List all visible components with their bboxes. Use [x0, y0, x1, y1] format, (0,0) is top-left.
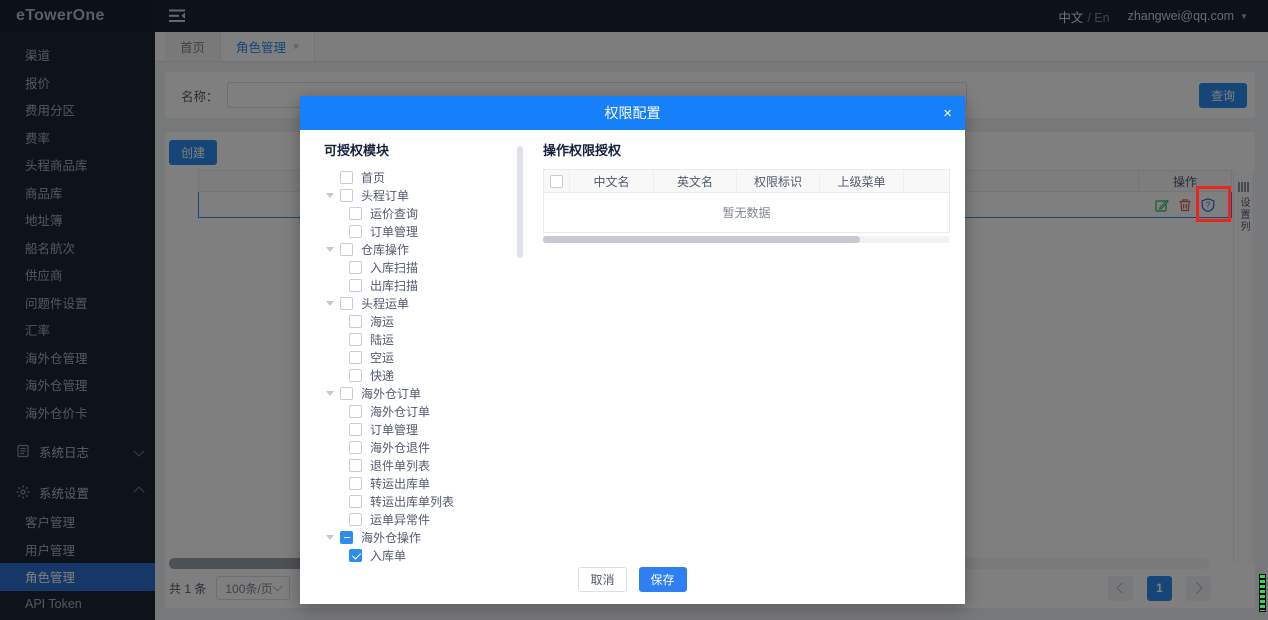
- tree-checkbox[interactable]: [349, 495, 362, 508]
- tree-node[interactable]: 空运: [324, 348, 543, 366]
- tree-node-label: 出库扫描: [370, 277, 418, 294]
- tree-node-label: 海运: [370, 313, 394, 330]
- expander-arrow-icon[interactable]: [326, 247, 334, 252]
- tree-node-label: 入库单: [370, 547, 406, 564]
- tree-checkbox[interactable]: [349, 549, 362, 562]
- tree-node-label: 运价查询: [370, 205, 418, 222]
- tree-node[interactable]: 退件单列表: [324, 456, 543, 474]
- expander-arrow-icon[interactable]: [326, 193, 334, 198]
- grid-header-row: 中文名 英文名 权限标识 上级菜单: [543, 169, 950, 193]
- tree-checkbox[interactable]: [340, 531, 353, 544]
- tree-checkbox[interactable]: [349, 369, 362, 382]
- tree-node-label: 海外仓操作: [361, 529, 421, 546]
- expander-arrow-icon[interactable]: [326, 535, 334, 540]
- grid-header-parent-menu: 上级菜单: [820, 170, 904, 192]
- tree-node-label: 头程订单: [361, 187, 409, 204]
- tree-checkbox[interactable]: [349, 261, 362, 274]
- grid-header-perm-id: 权限标识: [737, 170, 820, 192]
- tree-checkbox[interactable]: [340, 171, 353, 184]
- tree-node[interactable]: 运价查询: [324, 204, 543, 222]
- tree-node-label: 转运出库单列表: [370, 493, 454, 510]
- tree-node-label: 转运出库单: [370, 475, 430, 492]
- grid-hscrollbar[interactable]: [543, 236, 950, 243]
- tree-node[interactable]: 订单管理: [324, 420, 543, 438]
- tree-node-label: 订单管理: [370, 421, 418, 438]
- tree-scrollbar-thumb[interactable]: [517, 146, 523, 258]
- tree-node[interactable]: 头程订单: [324, 186, 543, 204]
- module-tree-panel: 可授权模块 首页 头程订单 运价查询: [300, 130, 543, 604]
- grid-header-extra: [904, 170, 949, 192]
- tree-node-label: 海外仓退件: [370, 439, 430, 456]
- tree-node[interactable]: 订单管理: [324, 222, 543, 240]
- tree-checkbox[interactable]: [349, 351, 362, 364]
- tree-node[interactable]: 首页: [324, 168, 543, 186]
- grid-hscroll-thumb[interactable]: [543, 236, 860, 243]
- tree-node-label: 仓库操作: [361, 241, 409, 258]
- tree-panel-title: 可授权模块: [324, 140, 543, 159]
- tree-checkbox[interactable]: [349, 441, 362, 454]
- select-all-checkbox[interactable]: [550, 175, 563, 188]
- module-tree: 首页 头程订单 运价查询 订单管理: [324, 168, 543, 564]
- tree-checkbox[interactable]: [349, 405, 362, 418]
- tree-checkbox[interactable]: [349, 225, 362, 238]
- tree-checkbox[interactable]: [349, 333, 362, 346]
- tree-node[interactable]: 海外仓订单: [324, 384, 543, 402]
- tree-node[interactable]: 陆运: [324, 330, 543, 348]
- modal-header: 权限配置 ×: [300, 96, 965, 130]
- tree-node[interactable]: 海外仓退件: [324, 438, 543, 456]
- tree-node-label: 海外仓订单: [361, 385, 421, 402]
- tree-node-label: 运单异常件: [370, 511, 430, 528]
- permission-modal: 权限配置 × 可授权模块 首页 头程订单: [300, 96, 965, 604]
- permission-grid: 中文名 英文名 权限标识 上级菜单 暂无数据: [543, 169, 950, 243]
- annotation-highlight-box: [1196, 186, 1231, 222]
- tree-node[interactable]: 海运: [324, 312, 543, 330]
- tree-checkbox[interactable]: [340, 243, 353, 256]
- grid-header-cn-name: 中文名: [570, 170, 654, 192]
- tree-node-label: 快递: [370, 367, 394, 384]
- tree-node[interactable]: 海外仓订单: [324, 402, 543, 420]
- tree-checkbox[interactable]: [349, 279, 362, 292]
- tree-node[interactable]: 仓库操作: [324, 240, 543, 258]
- scroll-indicator-artifact: [1259, 574, 1266, 612]
- tree-checkbox[interactable]: [340, 387, 353, 400]
- tree-node[interactable]: 转运出库单列表: [324, 492, 543, 510]
- tree-node[interactable]: 快递: [324, 366, 543, 384]
- tree-node[interactable]: 出库扫描: [324, 276, 543, 294]
- modal-title: 权限配置: [605, 103, 661, 123]
- permission-grid-panel: 操作权限授权 中文名 英文名 权限标识 上级菜单 暂无数据: [543, 130, 965, 604]
- select-all-cell: [544, 170, 570, 192]
- tree-node-label: 头程运单: [361, 295, 409, 312]
- tree-checkbox[interactable]: [340, 189, 353, 202]
- tree-node-label: 入库扫描: [370, 259, 418, 276]
- modal-footer: 取消 保存: [300, 567, 965, 592]
- tree-checkbox[interactable]: [349, 423, 362, 436]
- tree-checkbox[interactable]: [349, 513, 362, 526]
- tree-node[interactable]: 运单异常件: [324, 510, 543, 528]
- tree-checkbox[interactable]: [349, 315, 362, 328]
- tree-checkbox[interactable]: [349, 459, 362, 472]
- tree-checkbox[interactable]: [349, 207, 362, 220]
- expander-arrow-icon[interactable]: [326, 301, 334, 306]
- tree-node-label: 退件单列表: [370, 457, 430, 474]
- tree-checkbox[interactable]: [349, 477, 362, 490]
- tree-node-label: 陆运: [370, 331, 394, 348]
- save-button[interactable]: 保存: [639, 567, 687, 592]
- close-icon[interactable]: ×: [943, 96, 952, 130]
- app-root: eTowerOne 渠道 报价 费用分区 费率 头程商品库 商品库 地址簿 船名…: [0, 0, 1268, 620]
- tree-node[interactable]: 入库扫描: [324, 258, 543, 276]
- tree-node-label: 海外仓订单: [370, 403, 430, 420]
- expander-arrow-icon[interactable]: [326, 391, 334, 396]
- cancel-button[interactable]: 取消: [578, 567, 626, 592]
- tree-node[interactable]: 头程运单: [324, 294, 543, 312]
- grid-panel-title: 操作权限授权: [543, 140, 950, 159]
- tree-checkbox[interactable]: [340, 297, 353, 310]
- empty-data-text: 暂无数据: [543, 193, 950, 233]
- tree-node-label: 空运: [370, 349, 394, 366]
- tree-node-label: 订单管理: [370, 223, 418, 240]
- tree-node[interactable]: 转运出库单: [324, 474, 543, 492]
- tree-node-label: 首页: [361, 169, 385, 186]
- tree-node[interactable]: 入库单: [324, 546, 543, 564]
- tree-node[interactable]: 海外仓操作: [324, 528, 543, 546]
- grid-header-en-name: 英文名: [654, 170, 737, 192]
